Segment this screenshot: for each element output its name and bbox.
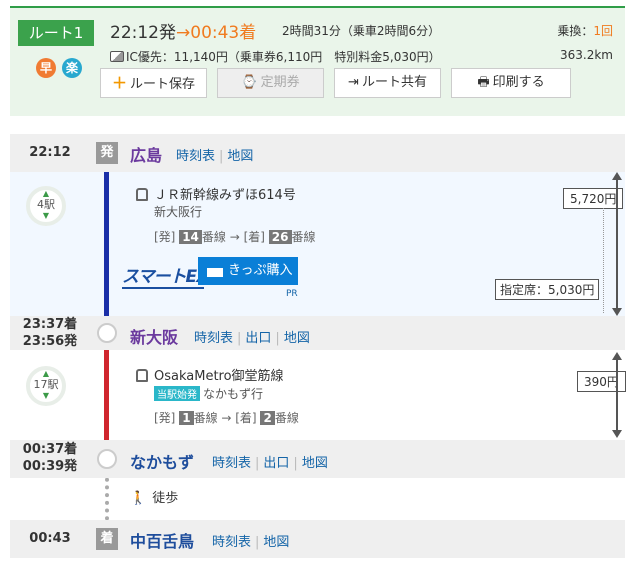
expand-up-icon: ▲ [42, 369, 50, 378]
depart-time-label: 23:56発 [22, 334, 78, 349]
reserved-seat-fare: 指定席：5,030円 [495, 279, 600, 300]
smartex-logo[interactable]: スマートEX [122, 262, 209, 289]
route-summary: ルート1 早 楽 22:12発→00:43着 2時間31分（乗車2時間6分） 乗… [10, 6, 625, 116]
transfer-node [97, 323, 117, 343]
segment-fare: 5,720円 [563, 188, 624, 209]
route-result-page: ルート1 早 楽 22:12発→00:43着 2時間31分（乗車2時間6分） 乗… [0, 0, 635, 569]
map-link[interactable]: 地図 [227, 149, 253, 164]
fare-range-bar [616, 180, 618, 310]
ticket-icon [207, 265, 223, 277]
save-route-button[interactable]: ＋ルート保存 [100, 68, 207, 98]
pass-icon: ⌚ [241, 75, 258, 90]
depart-time: 22:12発 [110, 23, 176, 43]
route-times: 22:12発→00:43着 [110, 18, 256, 43]
fare-range-bar [616, 360, 618, 432]
distance: 363.2km [560, 48, 613, 62]
train-destination: 新大阪行 [154, 205, 203, 219]
stop-count[interactable]: ▲ 4駅 ▼ [26, 186, 66, 226]
walk-segment: 🚶 徒歩 [130, 491, 179, 506]
segment-metro [10, 350, 625, 440]
buy-ticket-button[interactable]: きっぷ購入 [198, 257, 298, 285]
fare-range-bottom-icon [612, 430, 622, 438]
timetable-link[interactable]: 時刻表 [176, 149, 215, 164]
arrive-time-label: 00:37着 [22, 442, 78, 457]
depart-time-label: 00:39発 [22, 459, 78, 474]
station-links: 時刻表 | 出口 | 地図 [194, 331, 310, 346]
timetable-link[interactable]: 時刻表 [212, 535, 251, 550]
fare-range-top-icon [612, 172, 622, 180]
segment-fare: 390円 [577, 371, 626, 392]
arrive-time-label: 00:43 [29, 531, 71, 546]
train-icon [136, 188, 148, 201]
exit-link[interactable]: 出口 [245, 331, 271, 346]
share-route-button[interactable]: ⇥ ルート共有 [334, 68, 441, 98]
fastest-badge: 早 [36, 58, 56, 78]
map-link[interactable]: 地図 [284, 331, 310, 346]
easiest-badge: 楽 [62, 58, 82, 78]
fare-divider [603, 208, 604, 313]
station-name[interactable]: 新大阪 [130, 324, 178, 348]
arrive-time-label: 23:37着 [22, 317, 78, 332]
pr-label: PR [286, 289, 298, 299]
expand-down-icon: ▼ [42, 391, 50, 400]
station-name[interactable]: 広島 [130, 142, 162, 166]
timetable-link[interactable]: 時刻表 [212, 456, 251, 471]
shinkansen-line [104, 164, 109, 328]
share-icon: ⇥ [348, 75, 359, 90]
route-number-badge: ルート1 [18, 20, 94, 46]
station-links: 時刻表 | 地図 [212, 535, 290, 550]
train-name: OsakaMetro御堂筋線 [136, 365, 284, 384]
transfer-number: 1回 [593, 24, 613, 38]
map-link[interactable]: 地図 [302, 456, 328, 471]
fare-range-bottom-icon [612, 308, 622, 316]
stop-count[interactable]: ▲ 17駅 ▼ [26, 366, 66, 406]
exit-link[interactable]: 出口 [263, 456, 289, 471]
station-links: 時刻表 | 地図 [176, 149, 254, 164]
track-info: [発] 1 番線 → [着] 2 番線 [154, 411, 299, 425]
track-info: [発] 14 番線 → [着] 26 番線 [154, 230, 316, 244]
ic-card-icon [110, 51, 124, 62]
plus-icon: ＋ [111, 74, 127, 92]
depart-time-label: 22:12 [29, 145, 71, 160]
station-row-nakamozu-arrival: 00:43 着 中百舌鳥 時刻表 | 地図 [10, 520, 625, 558]
station-row-hiroshima: 22:12 発 広島 時刻表 | 地図 [10, 134, 625, 172]
transfer-node [97, 449, 117, 469]
first-station-badge: 当駅始発 [154, 386, 200, 401]
station-links: 時刻表 | 出口 | 地図 [212, 456, 328, 471]
fare-summary: IC優先：11,140円（乗車券6,110円 特別料金5,030円） [110, 48, 441, 65]
printer-icon: 🖶 [477, 75, 490, 90]
print-button[interactable]: 🖶 印刷する [451, 68, 571, 98]
fare-range-top-icon [612, 352, 622, 360]
depart-mark: 発 [96, 142, 118, 164]
fare-text: IC優先：11,140円（乗車券6,110円 特別料金5,030円） [126, 50, 441, 64]
duration: 2時間31分（乗車2時間6分） [282, 24, 441, 38]
transfer-label: 乗換： [557, 24, 594, 38]
timetable-link[interactable]: 時刻表 [194, 331, 233, 346]
transfer-count: 乗換：1回 [557, 22, 613, 39]
walking-person-icon: 🚶 [130, 491, 147, 506]
station-name[interactable]: なかもず [130, 449, 194, 473]
expand-up-icon: ▲ [42, 189, 50, 198]
arrive-mark: 着 [96, 528, 118, 550]
train-name: ＪＲ新幹線みずほ614号 [136, 184, 296, 203]
map-link[interactable]: 地図 [263, 535, 289, 550]
station-name[interactable]: 中百舌鳥 [130, 528, 194, 552]
arrow-glyph: → [176, 23, 191, 43]
commuter-pass-button[interactable]: ⌚ 定期券 [217, 68, 324, 98]
train-destination: 当駅始発 なかもず行 [154, 385, 263, 402]
arrive-time: 00:43着 [190, 23, 257, 43]
expand-down-icon: ▼ [42, 211, 50, 220]
train-icon [136, 369, 148, 382]
